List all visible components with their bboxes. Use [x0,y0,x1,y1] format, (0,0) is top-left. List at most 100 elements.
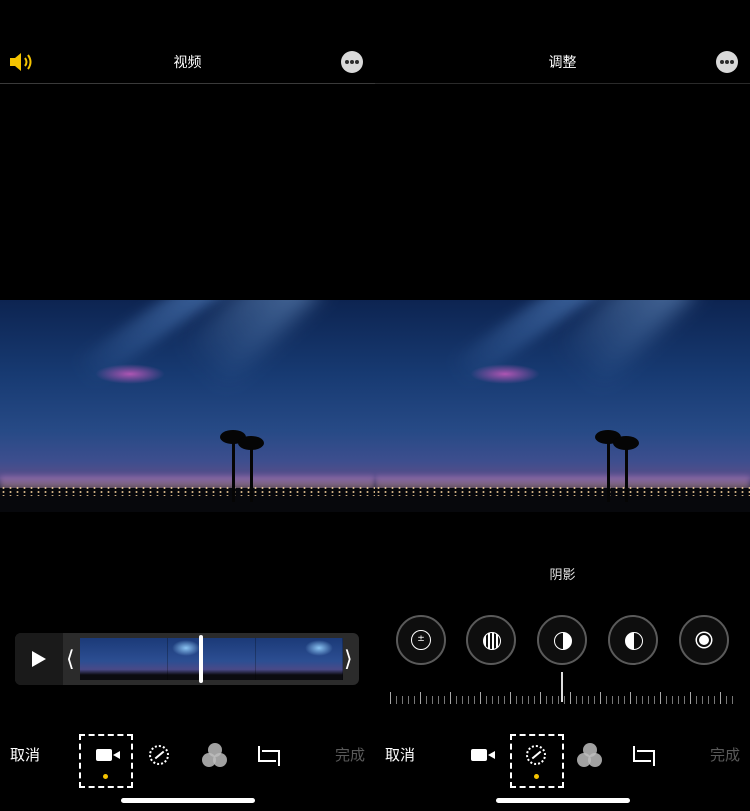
brilliance-button[interactable] [466,615,516,665]
slider-tick [414,696,415,704]
slider-tick [666,696,667,704]
play-icon [32,651,46,667]
slider-tick [552,696,553,704]
slider-tick [504,696,505,704]
slider-tick [468,696,469,704]
adjust-icon[interactable] [517,736,557,776]
highlights-icon [554,632,572,650]
slider-tick [696,696,697,704]
video-edit-panel: 视频 ⟨ ⟩ 取消 完成 [0,0,375,811]
bottom-toolbar: 取消 完成 [375,728,750,788]
brilliance-icon [483,632,501,650]
playhead[interactable] [199,635,203,683]
slider-tick [498,696,499,704]
slider-tick [708,696,709,704]
slider-tick [600,692,601,704]
video-preview [0,300,375,512]
trim-start-handle[interactable]: ⟨ [66,647,75,672]
slider-tick [582,696,583,704]
shadows-button[interactable] [608,615,658,665]
home-indicator [121,798,255,803]
slider-tick [642,696,643,704]
slider-tick [594,696,595,704]
slider-tick [396,696,397,704]
slider-tick [612,696,613,704]
slider-tick [510,692,511,704]
exposure-button[interactable]: ± [396,615,446,665]
slider-tick [486,696,487,704]
slider-tick [462,696,463,704]
slider-tick [678,696,679,704]
play-button[interactable] [15,633,63,685]
slider-tick [576,696,577,704]
filters-icon[interactable] [570,736,610,776]
slider-tick [648,696,649,704]
slider-indicator[interactable] [561,672,563,702]
cancel-button[interactable]: 取消 [385,744,415,765]
slider-tick [546,696,547,704]
done-button[interactable]: 完成 [710,744,740,765]
slider-tick [432,696,433,704]
slider-tick [444,696,445,704]
slider-tick [540,692,541,704]
more-options-icon[interactable] [341,51,363,73]
slider-tick [732,696,733,704]
slider-tick [714,696,715,704]
more-options-icon[interactable] [716,51,738,73]
brightness-button[interactable] [679,615,729,665]
video-icon[interactable] [463,736,503,776]
cancel-button[interactable]: 取消 [10,744,40,765]
filters-icon[interactable] [195,736,235,776]
slider-tick [588,696,589,704]
slider-tick [564,696,565,704]
slider-tick [420,692,421,704]
slider-tick [684,696,685,704]
active-indicator [534,774,539,779]
highlights-button[interactable] [537,615,587,665]
brightness-icon [699,635,709,645]
slider-tick [720,692,721,704]
slider-tick [636,696,637,704]
video-icon[interactable] [88,736,128,776]
slider-tick [390,692,391,704]
bottom-toolbar: 取消 完成 [0,728,375,788]
slider-tick [606,696,607,704]
slider-tick [534,696,535,704]
slider-tick [474,696,475,704]
video-trim-bar: ⟨ ⟩ [15,633,359,685]
slider-tick [492,696,493,704]
top-bar: 调整 [375,42,750,84]
divider [375,83,750,84]
slider-tick [672,696,673,704]
slider-tick [660,692,661,704]
done-button[interactable]: 完成 [335,744,365,765]
divider [0,83,375,84]
slider-tick [450,692,451,704]
slider-tick [516,696,517,704]
home-indicator [496,798,630,803]
crop-icon[interactable] [248,736,288,776]
top-bar: 视频 [0,42,375,84]
slider-tick [402,696,403,704]
slider-tick [726,696,727,704]
trim-end-handle[interactable]: ⟩ [344,647,353,672]
slider-tick [570,692,571,704]
slider-tick [528,696,529,704]
slider-tick [690,692,691,704]
slider-tick [456,696,457,704]
slider-tick [618,696,619,704]
slider-tick [522,696,523,704]
slider-tick [426,696,427,704]
slider-tick [624,696,625,704]
exposure-icon: ± [411,630,431,650]
slider-tick [408,696,409,704]
crop-icon[interactable] [623,736,663,776]
frame-strip[interactable] [80,638,343,680]
shadows-icon [625,632,643,650]
slider-tick [438,696,439,704]
active-indicator [103,774,108,779]
adjust-icon[interactable] [140,736,180,776]
page-title: 视频 [173,55,202,71]
adjustment-name: 阴影 [549,568,576,583]
slider-tick [558,696,559,704]
